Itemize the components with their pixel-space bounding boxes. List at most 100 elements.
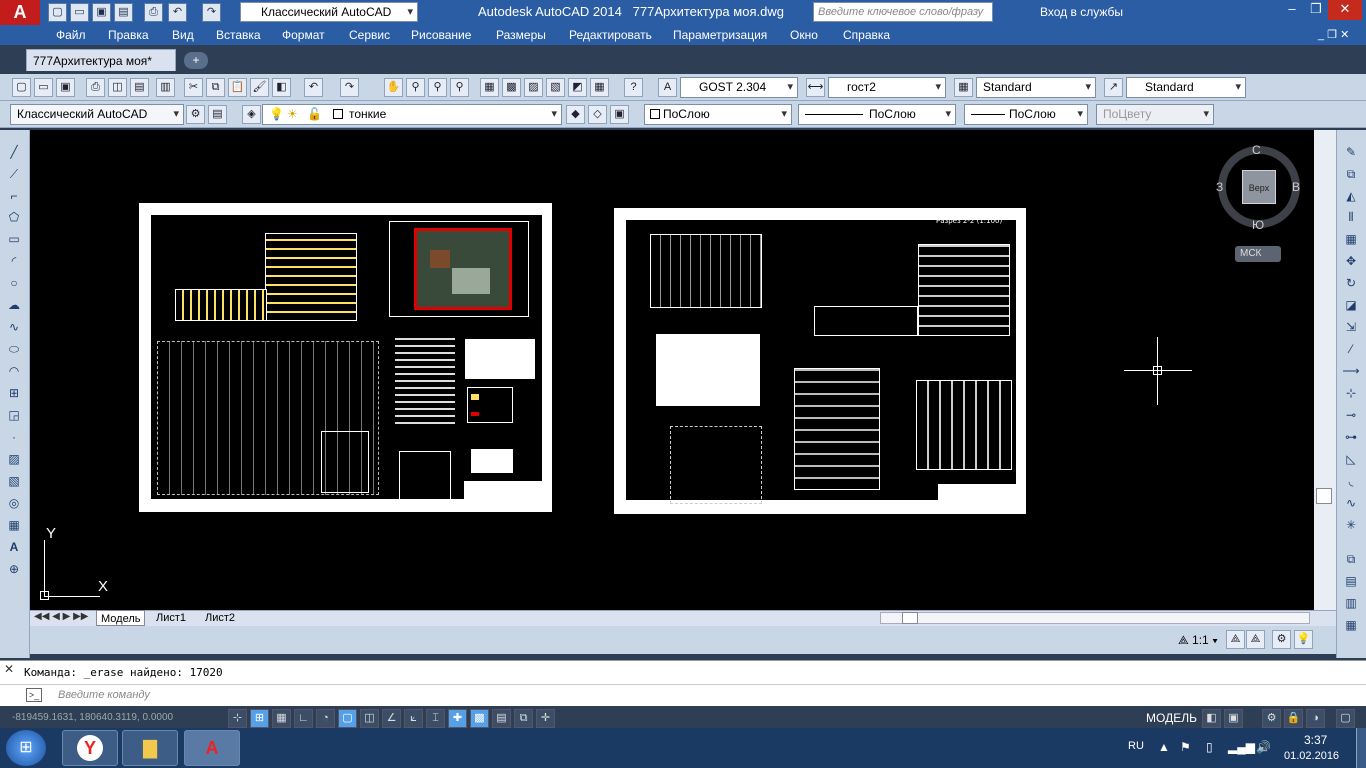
polyline-icon[interactable]: ⌐ [4, 186, 24, 206]
offset-icon[interactable]: ⫴ [1341, 207, 1361, 227]
insert-block-icon[interactable]: ⊞ [4, 383, 24, 403]
block-editor-icon[interactable]: ◧ [272, 78, 291, 97]
quick-properties-icon[interactable]: ▤ [492, 709, 511, 728]
table-style-dropdown[interactable]: Standard [976, 77, 1096, 98]
start-button-icon[interactable]: ⊞ [6, 730, 46, 766]
viewcube-face[interactable]: Верх [1242, 170, 1276, 204]
layer-previous-icon[interactable]: ◇ [588, 105, 607, 124]
menu-tools[interactable]: Сервис [349, 25, 390, 45]
tab-layout1[interactable]: Лист1 [152, 610, 190, 626]
paste-block-icon[interactable]: ▥ [1341, 593, 1361, 613]
workspace-dropdown[interactable]: Классический AutoCAD [240, 2, 418, 22]
new-tab-icon[interactable]: + [184, 52, 208, 69]
layer-properties-icon[interactable]: ◈ [242, 105, 261, 124]
language-indicator[interactable]: RU [1128, 740, 1144, 752]
blend-icon[interactable]: ∿ [1341, 493, 1361, 513]
vertical-scrollbar[interactable] [1314, 130, 1336, 610]
lineweight-dropdown[interactable]: ПоСлою [964, 104, 1088, 125]
preview-icon[interactable]: ◫ [108, 78, 127, 97]
table-icon[interactable]: ▦ [4, 515, 24, 535]
3d-osnap-icon[interactable]: ◫ [360, 709, 379, 728]
chamfer-icon[interactable]: ◺ [1341, 449, 1361, 469]
tool-palettes-icon[interactable]: ▨ [524, 78, 543, 97]
zoom-realtime-icon[interactable]: ⚲ [406, 78, 425, 97]
add-selected-icon[interactable]: ⊕ [4, 559, 24, 579]
vertical-scroll-thumb[interactable] [1316, 488, 1332, 504]
ucs-menu-button[interactable]: МСК [1235, 246, 1281, 262]
sign-in-button[interactable]: Вход в службы [1018, 0, 1123, 25]
linetype-dropdown[interactable]: ПоСлою [798, 104, 956, 125]
text-style-icon[interactable]: A [658, 78, 677, 97]
revcloud-icon[interactable]: ☁ [4, 295, 24, 315]
command-prompt-icon[interactable]: >_ [26, 688, 42, 702]
print-icon[interactable]: ⎙ [144, 3, 163, 22]
gradient-icon[interactable]: ▧ [4, 471, 24, 491]
color-dropdown[interactable]: ПоСлою [644, 104, 792, 125]
extend-icon[interactable]: ⟶ [1341, 361, 1361, 381]
grid-display-icon[interactable]: ▦ [272, 709, 291, 728]
break-point-icon[interactable]: ⊹ [1341, 383, 1361, 403]
coordinates-readout[interactable]: -819459.1631, 180640.3119, 0.0000 [12, 712, 173, 723]
properties-icon[interactable]: ▦ [480, 78, 499, 97]
infer-constraints-icon[interactable]: ⊹ [228, 709, 247, 728]
make-current-icon[interactable]: ◆ [566, 105, 585, 124]
xline-icon[interactable]: ⟋ [4, 164, 24, 184]
annotation-visibility-icon[interactable]: ⟁ [1226, 630, 1245, 649]
doc-window-controls[interactable]: _ ❐ ✕ [1318, 25, 1349, 45]
viewcube-west[interactable]: З [1216, 180, 1223, 194]
quick-view-drawings-icon[interactable]: ▣ [1224, 709, 1243, 728]
spline-icon[interactable]: ∿ [4, 317, 24, 337]
ellipse-arc-icon[interactable]: ◠ [4, 361, 24, 381]
new-icon[interactable]: ▢ [48, 3, 67, 22]
redo-tb-icon[interactable]: ↷ [340, 78, 359, 97]
command-close-icon[interactable]: ✕ [4, 662, 14, 676]
menu-file[interactable]: Файл [56, 25, 86, 45]
match-properties-icon[interactable]: 🖌 [250, 78, 269, 97]
workspace-switch-icon[interactable]: ⚙ [1272, 630, 1291, 649]
yandex-browser-icon[interactable]: Y [62, 730, 118, 766]
application-menu-button[interactable]: A [0, 0, 40, 25]
dim-style-icon[interactable]: ⟷ [806, 78, 825, 97]
dynamic-ucs-icon[interactable]: ⟀ [404, 709, 423, 728]
tab-model[interactable]: Модель [96, 610, 146, 626]
help-icon[interactable]: ? [624, 78, 643, 97]
ortho-mode-icon[interactable]: ∟ [294, 709, 313, 728]
lineweight-icon[interactable]: ✚ [448, 709, 467, 728]
dynamic-input-icon[interactable]: ⌶ [426, 709, 445, 728]
command-input[interactable]: Введите команду [0, 684, 1366, 706]
clean-screen-icon[interactable]: ▢ [1336, 709, 1355, 728]
hardware-acceleration-icon[interactable]: ◑ [1306, 709, 1325, 728]
text-style-dropdown[interactable]: GOST 2.304 [680, 77, 798, 98]
redo-icon[interactable]: ↷ [202, 3, 221, 22]
menu-dimension[interactable]: Размеры [496, 25, 546, 45]
horizontal-scrollbar[interactable] [880, 612, 1310, 624]
object-tracking-icon[interactable]: ∠ [382, 709, 401, 728]
undo-icon[interactable]: ↶ [168, 3, 187, 22]
show-desktop-button[interactable] [1356, 728, 1366, 768]
arc-icon[interactable]: ◜ [4, 251, 24, 271]
polar-tracking-icon[interactable]: ◔ [316, 709, 335, 728]
3d-print-icon[interactable]: ▥ [156, 78, 175, 97]
zoom-previous-icon[interactable]: ⚲ [450, 78, 469, 97]
viewcube-east[interactable]: В [1292, 180, 1300, 194]
rotate-icon[interactable]: ↻ [1341, 273, 1361, 293]
viewcube-north[interactable]: С [1252, 143, 1261, 157]
object-snap-icon[interactable]: ▢ [338, 709, 357, 728]
menu-parametric[interactable]: Параметризация [673, 25, 767, 45]
array-icon[interactable]: ▦ [1341, 229, 1361, 249]
workspace-settings-icon[interactable]: ⚙ [186, 105, 205, 124]
point-icon[interactable]: · [4, 427, 24, 447]
layer-dropdown[interactable]: 💡 ☀ 🔓 тонкие [262, 104, 562, 125]
tray-arrow-icon[interactable]: ▲ [1158, 740, 1170, 754]
mtext-icon[interactable]: A [4, 537, 24, 557]
circle-icon[interactable]: ○ [4, 273, 24, 293]
publish-icon[interactable]: ▤ [130, 78, 149, 97]
undo-tb-icon[interactable]: ↶ [304, 78, 323, 97]
menu-modify[interactable]: Редактировать [569, 25, 652, 45]
volume-icon[interactable]: 🔊 [1256, 740, 1271, 754]
polygon-icon[interactable]: ⬠ [4, 207, 24, 227]
zoom-window-icon[interactable]: ⚲ [428, 78, 447, 97]
copy-object-icon[interactable]: ⧉ [1341, 164, 1361, 184]
clock-time[interactable]: 3:37 [1304, 733, 1327, 747]
sheet-set-icon[interactable]: ▧ [546, 78, 565, 97]
